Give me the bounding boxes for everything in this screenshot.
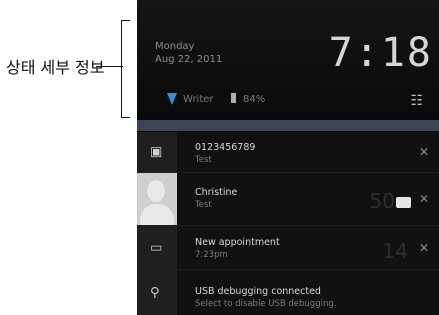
- notification-item[interactable]: ▭ New appointment 7:23pm 14 ✕: [137, 226, 439, 270]
- mail-icon: [396, 197, 411, 208]
- notification-item[interactable]: Christine Test 50 ✕: [137, 173, 439, 226]
- notification-subtitle: 7:23pm: [195, 250, 228, 260]
- battery-icon: [231, 93, 236, 103]
- usb-icon-box: ⚲: [137, 270, 177, 315]
- callout-label: 상태 세부 정보: [6, 58, 105, 77]
- panel-divider: [137, 120, 439, 131]
- message-icon-box: ▣: [137, 132, 177, 172]
- network-name: Writer: [183, 94, 214, 105]
- avatar-head: [147, 180, 165, 202]
- notification-title: Christine: [195, 187, 238, 198]
- notification-title: 0123456789: [195, 142, 256, 153]
- battery-percent: 84%: [243, 94, 266, 105]
- notification-item[interactable]: ▣ 0123456789 Test ✕: [137, 132, 439, 173]
- status-details: Monday Aug 22, 2011 7:18 Writer 84% ☷: [137, 0, 439, 120]
- settings-icon[interactable]: ☷: [410, 93, 423, 109]
- clock: 7:18: [328, 30, 433, 76]
- notification-title: USB debugging connected: [195, 286, 321, 297]
- date-label: Aug 22, 2011: [155, 54, 223, 65]
- callout-line: [96, 66, 123, 67]
- notification-title: New appointment: [195, 237, 280, 248]
- date-block: Monday Aug 22, 2011: [155, 40, 222, 66]
- notification-count: 50: [369, 189, 395, 213]
- message-icon: ▣: [150, 144, 163, 160]
- notification-panel: Monday Aug 22, 2011 7:18 Writer 84% ☷ ▣ …: [137, 0, 439, 315]
- notification-subtitle: Test: [195, 155, 212, 165]
- notification-subtitle: Select to disable USB debugging.: [195, 299, 337, 309]
- dismiss-icon[interactable]: ✕: [419, 145, 429, 159]
- dismiss-icon[interactable]: ✕: [419, 241, 429, 255]
- signal-icon: [167, 93, 177, 105]
- notification-item[interactable]: ⚲ USB debugging connected Select to disa…: [137, 270, 439, 315]
- contact-avatar: [137, 173, 177, 225]
- callout-bracket: [121, 20, 130, 118]
- usb-icon: ⚲: [150, 285, 160, 300]
- calendar-icon-box: ▭: [137, 226, 177, 269]
- dismiss-icon[interactable]: ✕: [419, 192, 429, 206]
- notification-count: 14: [382, 239, 408, 263]
- avatar-shoulders: [140, 204, 174, 225]
- calendar-icon: ▭: [150, 240, 163, 255]
- notification-subtitle: Test: [195, 200, 212, 210]
- day-label: Monday: [155, 41, 195, 52]
